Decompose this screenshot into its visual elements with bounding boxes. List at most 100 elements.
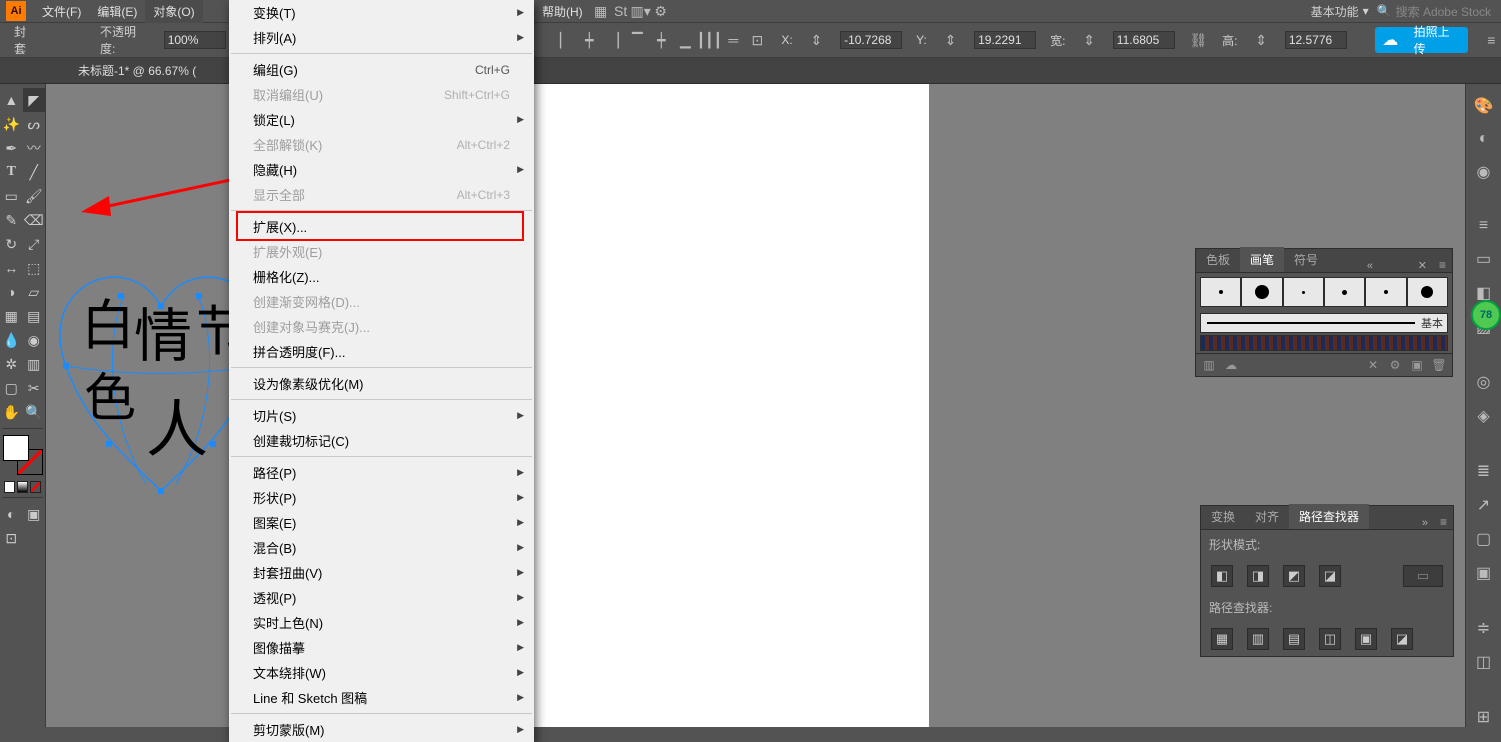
panel-collapse-icon[interactable]: » (1416, 517, 1434, 529)
width-tool-icon[interactable]: ↔ (0, 256, 23, 280)
menu-item[interactable]: 实时上色(N) (229, 610, 534, 635)
stepper-icon[interactable]: ⇕ (1251, 30, 1270, 50)
asset-export-icon[interactable]: ↗ (1474, 495, 1494, 515)
brush-basic-preview[interactable]: 基本 (1200, 313, 1448, 333)
free-transform-tool-icon[interactable]: ⬚ (23, 256, 46, 280)
stepper-icon[interactable]: ⇕ (807, 30, 826, 50)
remove-stroke-icon[interactable]: ✕ (1366, 358, 1380, 372)
color-wheel-icon[interactable]: 🎨 (1474, 96, 1494, 116)
tab-brushes[interactable]: 画笔 (1240, 247, 1284, 272)
menu-item[interactable]: 切片(S) (229, 403, 534, 428)
menu-item[interactable]: 锁定(L) (229, 107, 534, 132)
rectangle-tool-icon[interactable]: ▭ (0, 184, 23, 208)
graphic-styles-icon[interactable]: ◈ (1474, 406, 1494, 426)
lasso-tool-icon[interactable]: ᔕ (23, 112, 46, 136)
mesh-tool-icon[interactable]: ▦ (0, 304, 23, 328)
menu-item[interactable]: 创建裁切标记(C) (229, 428, 534, 453)
opacity-input[interactable] (164, 31, 226, 49)
menu-item[interactable]: 栅格化(Z)... (229, 264, 534, 289)
brush-preset[interactable] (1324, 277, 1365, 307)
menu-help[interactable]: 帮助(H) (534, 0, 591, 23)
x-input[interactable] (840, 31, 902, 49)
menu-item[interactable]: 路径(P) (229, 460, 534, 485)
trim-icon[interactable]: ▥ (1247, 628, 1269, 650)
menu-item[interactable]: 编组(G)Ctrl+G (229, 57, 534, 82)
new-brush-icon[interactable]: ▣ (1410, 358, 1424, 372)
tab-align[interactable]: 对齐 (1245, 504, 1289, 529)
align-panel-icon[interactable]: ≑ (1474, 618, 1494, 638)
menu-item[interactable]: 拼合透明度(F)... (229, 339, 534, 364)
eyedropper-tool-icon[interactable]: 💧 (0, 328, 23, 352)
pathfinder-panel[interactable]: 变换 对齐 路径查找器 » ≡ 形状模式: ◧ ◨ ◩ ◪ ▭ 路径查找器: ▦… (1200, 505, 1454, 657)
tab-swatches[interactable]: 色板 (1196, 247, 1240, 272)
menu-item[interactable]: 隐藏(H) (229, 157, 534, 182)
color-guide-icon[interactable]: ◐ (1474, 130, 1494, 148)
menu-item[interactable]: 透视(P) (229, 585, 534, 610)
menu-item[interactable]: 图案(E) (229, 510, 534, 535)
change-screen-mode-icon[interactable]: ⊡ (0, 526, 23, 550)
panel-close-icon[interactable]: ✕ (1412, 259, 1433, 272)
zoom-tool-icon[interactable]: 🔍 (23, 400, 46, 424)
menu-item[interactable]: 混合(B) (229, 535, 534, 560)
cloud-upload-button[interactable]: ☁ 拍照上传 (1375, 27, 1468, 53)
menu-item[interactable]: 设为像素级优化(M) (229, 371, 534, 396)
menu-item[interactable]: 扩展(X)... (229, 214, 534, 239)
drawing-mode-icon[interactable]: ◐ (0, 502, 23, 526)
screen-mode-icon[interactable]: ▣ (23, 502, 46, 526)
rotate-tool-icon[interactable]: ↻ (0, 232, 23, 256)
document-tab[interactable]: 未标题-1* @ 66.67% ( (78, 58, 196, 83)
brush-preset[interactable] (1407, 277, 1448, 307)
magic-wand-tool-icon[interactable]: ✨ (0, 112, 23, 136)
menu-item[interactable]: 形状(P) (229, 485, 534, 510)
minus-front-icon[interactable]: ◨ (1247, 565, 1269, 587)
properties-icon[interactable]: ≡ (1474, 217, 1494, 235)
menu-object[interactable]: 对象(O) (145, 0, 202, 23)
gradient-tool-icon[interactable]: ▤ (23, 304, 46, 328)
menu-item[interactable]: 剪切蒙版(M) (229, 717, 534, 742)
layers-icon[interactable]: ≣ (1474, 461, 1494, 481)
distribute-v-icon[interactable]: ═ (723, 30, 743, 50)
crop-icon[interactable]: ◫ (1319, 628, 1341, 650)
stock-icon[interactable]: St (611, 1, 631, 21)
type-tool-icon[interactable]: T (0, 160, 23, 184)
menu-item[interactable]: 图像描摹 (229, 635, 534, 660)
menu-item[interactable]: 变换(T) (229, 0, 534, 25)
curvature-tool-icon[interactable]: 〰 (23, 136, 46, 160)
menu-edit[interactable]: 编辑(E) (89, 0, 145, 23)
h-input[interactable] (1285, 31, 1347, 49)
distribute-h-icon[interactable]: ┃┃┃ (699, 30, 719, 50)
appearance-icon[interactable]: ◎ (1474, 372, 1494, 392)
slice-tool-icon[interactable]: ✂ (23, 376, 46, 400)
tab-symbols[interactable]: 符号 (1284, 247, 1328, 272)
align-hcenter-icon[interactable]: ┿ (579, 30, 599, 50)
menu-item[interactable]: 排列(A) (229, 25, 534, 50)
w-input[interactable] (1113, 31, 1175, 49)
intersect-icon[interactable]: ◩ (1283, 565, 1305, 587)
libraries-icon[interactable]: ▣ (1474, 563, 1494, 583)
artboard-tool-icon[interactable]: ▢ (0, 376, 23, 400)
perspective-tool-icon[interactable]: ▱ (23, 280, 46, 304)
tab-pathfinder[interactable]: 路径查找器 (1289, 504, 1369, 529)
align-bottom-icon[interactable]: ▁ (675, 30, 695, 50)
stroke-icon[interactable]: ▭ (1474, 249, 1494, 269)
bridge-icon[interactable]: ▦ (591, 1, 611, 21)
search-stock[interactable]: 🔍搜索 Adobe Stock (1377, 3, 1491, 20)
gpu-icon[interactable]: ⚙ (651, 1, 671, 21)
merge-icon[interactable]: ▤ (1283, 628, 1305, 650)
fill-mode-swatches[interactable] (4, 481, 41, 493)
line-tool-icon[interactable]: ╱ (23, 160, 46, 184)
blend-tool-icon[interactable]: ◉ (23, 328, 46, 352)
green-badge[interactable]: 78 (1471, 300, 1501, 330)
panel-collapse-icon[interactable]: « (1361, 260, 1379, 272)
artboards-icon[interactable]: ▢ (1474, 529, 1494, 549)
brush-preset[interactable] (1365, 277, 1406, 307)
scale-tool-icon[interactable]: ⤢ (23, 232, 46, 256)
hand-tool-icon[interactable]: ✋ (0, 400, 23, 424)
menu-item[interactable]: Line 和 Sketch 图稿 (229, 685, 534, 710)
extra-icon[interactable]: ⊞ (1474, 707, 1494, 727)
panel-menu-icon[interactable]: ≡ (1482, 30, 1501, 50)
pathfinder-panel-icon[interactable]: ◫ (1474, 652, 1494, 672)
pen-tool-icon[interactable]: ✒ (0, 136, 23, 160)
workspace-switcher[interactable]: 基本功能▾ (1311, 3, 1369, 20)
selection-tool-icon[interactable]: ▲ (0, 88, 23, 112)
